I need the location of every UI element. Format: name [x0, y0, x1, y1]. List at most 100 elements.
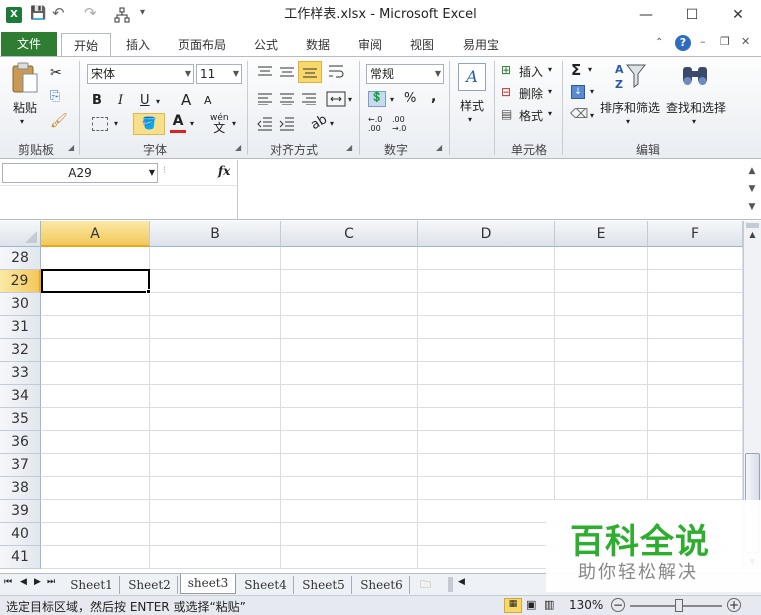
italic-button[interactable]: I [118, 93, 123, 108]
cell-c36[interactable] [281, 431, 418, 454]
cell-a39[interactable] [41, 500, 150, 523]
fill-icon[interactable]: ↓ [571, 85, 585, 99]
increase-decimal-icon[interactable]: ←.0.00 [368, 115, 382, 133]
cell-c30[interactable] [281, 293, 418, 316]
sheet-tab-sheet3[interactable]: sheet3 [180, 574, 236, 594]
phonetic-dropdown-icon[interactable]: ▾ [232, 119, 236, 128]
tab-home[interactable]: 开始 [61, 33, 111, 58]
cell-f36[interactable] [648, 431, 743, 454]
scroll-up-icon[interactable]: ▲ [744, 230, 761, 244]
help-icon[interactable]: ? [675, 35, 691, 51]
sheet-tab-sheet4[interactable]: Sheet4 [238, 576, 294, 594]
zoom-in-icon[interactable]: + [727, 598, 741, 612]
cell-b36[interactable] [150, 431, 281, 454]
decrease-decimal-icon[interactable]: .00 →.0 [392, 115, 406, 133]
cell-c38[interactable] [281, 477, 418, 500]
tab-page-layout[interactable]: 页面布局 [172, 33, 232, 57]
page-break-view-icon[interactable]: ▥ [544, 598, 554, 611]
zoom-level[interactable]: 130% [569, 598, 603, 612]
delete-cells-icon[interactable]: ⊟ [501, 85, 511, 99]
cell-d31[interactable] [418, 316, 555, 339]
last-sheet-icon[interactable]: ⏭ [47, 577, 55, 587]
insert-function-icon[interactable]: fx [218, 164, 230, 178]
comma-button[interactable]: , [431, 89, 436, 105]
row-header-37[interactable]: 37 [0, 454, 41, 477]
tab-file[interactable]: 文件 [1, 32, 57, 57]
cell-b31[interactable] [150, 316, 281, 339]
cell-d34[interactable] [418, 385, 555, 408]
font-color-dropdown-icon[interactable]: ▾ [190, 119, 194, 128]
currency-icon[interactable]: 💲 [368, 91, 386, 107]
cell-a35[interactable] [41, 408, 150, 431]
cell-c35[interactable] [281, 408, 418, 431]
tab-view[interactable]: 视图 [404, 33, 440, 57]
format-dropdown-icon[interactable]: ▾ [548, 109, 552, 118]
number-launcher-icon[interactable]: ◢ [436, 143, 442, 152]
zoom-out-icon[interactable]: − [611, 598, 625, 612]
prev-sheet-icon[interactable]: ◀ [20, 577, 27, 587]
align-center-icon[interactable] [279, 93, 295, 105]
cell-e30[interactable] [555, 293, 648, 316]
cell-e28[interactable] [555, 247, 648, 270]
row-header-40[interactable]: 40 [0, 523, 41, 546]
clear-dropdown-icon[interactable]: ▾ [590, 111, 594, 120]
cell-a28[interactable] [41, 247, 150, 270]
cell-f34[interactable] [648, 385, 743, 408]
first-sheet-icon[interactable]: ⏮ [4, 577, 12, 587]
phonetic-button[interactable]: wén 文 [210, 113, 229, 135]
cell-e31[interactable] [555, 316, 648, 339]
cell-b39[interactable] [150, 500, 281, 523]
split-handle[interactable] [746, 223, 759, 228]
column-header-e[interactable]: E [555, 221, 648, 247]
cell-c40[interactable] [281, 523, 418, 546]
cell-d40[interactable] [418, 523, 555, 546]
fill-color-icon[interactable]: 🪣 [133, 113, 165, 135]
sort-filter-dropdown-icon[interactable]: ▾ [626, 117, 630, 126]
formula-resize-handle[interactable]: ⁝ [163, 165, 173, 181]
shrink-font-button[interactable]: A [204, 94, 212, 107]
cell-f29[interactable] [648, 270, 743, 293]
cell-e32[interactable] [555, 339, 648, 362]
cut-icon[interactable]: ✂ [50, 65, 62, 81]
sort-filter-button[interactable]: 排序和筛选 [598, 99, 662, 116]
number-format-combo[interactable]: 常规 ▼ [366, 64, 444, 84]
cell-c31[interactable] [281, 316, 418, 339]
column-header-c[interactable]: C [281, 221, 418, 247]
sheet-tab-sheet6[interactable]: Sheet6 [354, 576, 410, 594]
cell-a40[interactable] [41, 523, 150, 546]
cell-c41[interactable] [281, 546, 418, 569]
cell-a33[interactable] [41, 362, 150, 385]
align-left-icon[interactable] [257, 93, 273, 105]
copy-icon[interactable]: ⎘ [50, 89, 60, 104]
orientation-dropdown-icon[interactable]: ▾ [330, 119, 334, 128]
cell-b33[interactable] [150, 362, 281, 385]
zoom-slider-thumb[interactable] [675, 599, 683, 612]
cell-c28[interactable] [281, 247, 418, 270]
row-header-31[interactable]: 31 [0, 316, 41, 339]
cell-e35[interactable] [555, 408, 648, 431]
format-cells-button[interactable]: 格式 [519, 107, 543, 124]
row-header-33[interactable]: 33 [0, 362, 41, 385]
cell-b32[interactable] [150, 339, 281, 362]
cell-f38[interactable] [648, 477, 743, 500]
delete-dropdown-icon[interactable]: ▾ [548, 87, 552, 96]
cell-c33[interactable] [281, 362, 418, 385]
cell-e37[interactable] [555, 454, 648, 477]
cell-d41[interactable] [418, 546, 555, 569]
cell-d36[interactable] [418, 431, 555, 454]
cell-f33[interactable] [648, 362, 743, 385]
row-header-41[interactable]: 41 [0, 546, 41, 569]
insert-sheet-icon[interactable]: 🗀 [420, 576, 431, 595]
cell-d35[interactable] [418, 408, 555, 431]
align-bottom-active-icon[interactable] [298, 61, 322, 83]
scroll-left-icon[interactable]: ◀ [458, 577, 465, 587]
cell-d30[interactable] [418, 293, 555, 316]
styles-icon[interactable]: A [458, 63, 486, 91]
hscroll-split-handle[interactable] [448, 577, 453, 592]
align-top-icon[interactable] [257, 66, 273, 78]
cell-a32[interactable] [41, 339, 150, 362]
row-header-34[interactable]: 34 [0, 385, 41, 408]
select-all-corner[interactable] [0, 221, 41, 247]
decrease-indent-icon[interactable] [257, 117, 273, 131]
column-header-d[interactable]: D [418, 221, 555, 247]
